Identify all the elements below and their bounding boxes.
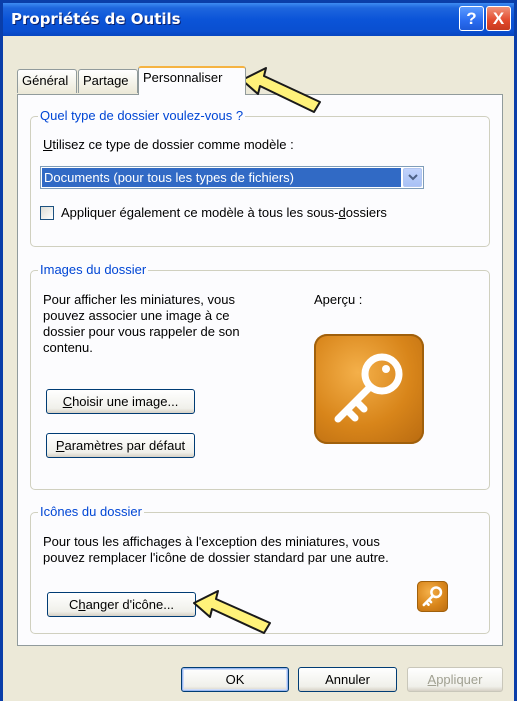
default-settings-button[interactable]: Paramètres par défaut [46, 433, 195, 458]
key-icon [422, 586, 443, 607]
icons-desc-line-1: Pour tous les affichages à l'exception d… [43, 534, 380, 549]
icons-desc-line-2: pouvez remplacer l'icône de dossier stan… [43, 550, 389, 565]
folder-icons-legend: Icônes du dossier [38, 504, 144, 519]
template-label: Utilisez ce type de dossier comme modèle… [43, 137, 294, 152]
tab-general-label: Général [22, 73, 69, 88]
images-desc-line-4: contenu. [43, 340, 93, 355]
images-desc-line-3: dossier pour vous rappeler de son [43, 324, 240, 339]
pointer-arrow-icon [241, 67, 321, 113]
folder-type-group: Quel type de dossier voulez-vous ? Utili… [30, 108, 490, 247]
help-icon: ? [466, 8, 477, 28]
tab-general[interactable]: Général [17, 69, 77, 93]
folder-template-value: Documents (pour tous les types de fichie… [42, 168, 401, 187]
folder-template-select[interactable]: Documents (pour tous les types de fichie… [40, 166, 424, 189]
apply-subfolders-label[interactable]: Appliquer également ce modèle à tous les… [61, 205, 387, 220]
close-button[interactable]: X [486, 6, 511, 31]
preview-label: Aperçu : [314, 292, 363, 307]
ok-button[interactable]: OK [181, 667, 289, 692]
tab-partage[interactable]: Partage [78, 69, 138, 93]
pointer-arrow-icon [193, 590, 271, 634]
dropdown-arrow-icon [407, 174, 418, 181]
folder-preview-image [314, 334, 424, 444]
close-icon: X [492, 8, 505, 28]
title-bar[interactable]: Propriétés de Outils ? X [3, 3, 514, 36]
tab-partage-label: Partage [83, 73, 129, 88]
cancel-button[interactable]: Annuler [298, 667, 397, 692]
dropdown-button[interactable] [403, 168, 422, 187]
folder-images-legend: Images du dossier [38, 262, 149, 277]
folder-icon-preview [417, 581, 448, 612]
tab-personnaliser-label: Personnaliser [143, 70, 223, 85]
change-icon-button[interactable]: Ch anger d'icône... [47, 592, 196, 617]
images-desc-line-1: Pour afficher les miniatures, vous [43, 292, 235, 307]
tab-personnaliser[interactable]: Personnaliser [138, 66, 246, 95]
tab-panel-personnaliser: Quel type de dossier voulez-vous ? Utili… [17, 94, 503, 646]
apply-button[interactable]: Appliquer [407, 667, 503, 692]
folder-type-legend: Quel type de dossier voulez-vous ? [38, 108, 246, 123]
help-button[interactable]: ? [459, 6, 484, 31]
images-desc-line-2: pouvez associer une image à ce [43, 308, 230, 323]
key-icon [334, 353, 403, 423]
apply-subfolders-checkbox[interactable] [40, 206, 54, 220]
choose-image-button[interactable]: Choisir une image... [46, 389, 195, 414]
window-title: Propriétés de Outils [11, 10, 181, 28]
folder-images-group: Images du dossier Pour afficher les mini… [30, 262, 490, 490]
